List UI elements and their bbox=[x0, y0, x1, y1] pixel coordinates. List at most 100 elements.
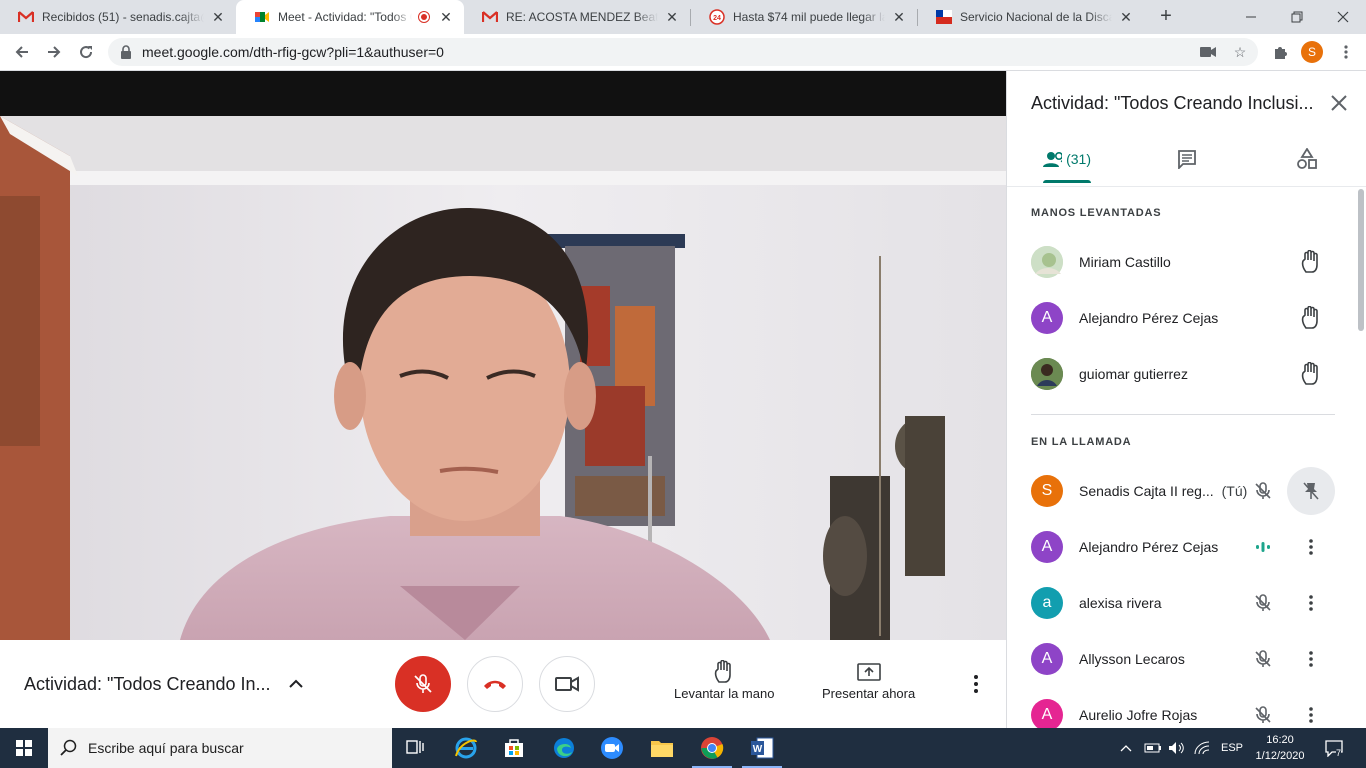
self-indicator: (Tú) bbox=[1221, 483, 1248, 499]
avatar bbox=[1031, 246, 1063, 278]
network-icon[interactable] bbox=[1194, 728, 1210, 768]
browser-tab-news[interactable]: 24 Hasta $74 mil puede llegar la n ✕ bbox=[691, 0, 917, 34]
raise-hand-icon[interactable] bbox=[1299, 250, 1323, 274]
browser-tab-gmail-message[interactable]: RE: ACOSTA MENDEZ Beatriz (R ✕ bbox=[464, 0, 690, 34]
chevron-up-icon[interactable] bbox=[284, 672, 308, 696]
browser-tab-senadis[interactable]: Servicio Nacional de la Discapa ✕ bbox=[918, 0, 1144, 34]
camera-toggle-button[interactable] bbox=[539, 656, 595, 712]
participant-more-icon[interactable] bbox=[1299, 591, 1323, 615]
search-placeholder: Escribe aquí para buscar bbox=[88, 740, 244, 756]
raise-hand-icon bbox=[713, 658, 735, 686]
tab-title: RE: ACOSTA MENDEZ Beatriz (R bbox=[506, 10, 658, 24]
extensions-puzzle-icon[interactable] bbox=[1266, 38, 1294, 66]
tab-activities[interactable] bbox=[1283, 135, 1331, 183]
close-tab-icon[interactable]: ✕ bbox=[891, 9, 907, 25]
chrome-menu-icon[interactable] bbox=[1332, 38, 1360, 66]
participant-item[interactable]: a alexisa rivera bbox=[1031, 575, 1341, 631]
tab-title: Hasta $74 mil puede llegar la n bbox=[733, 10, 885, 24]
avatar: A bbox=[1031, 531, 1063, 563]
close-tab-icon[interactable]: ✕ bbox=[210, 9, 226, 25]
clock-date: 1/12/2020 bbox=[1255, 750, 1305, 762]
24horas-icon: 24 bbox=[709, 9, 725, 25]
zoom-app-icon[interactable] bbox=[588, 728, 636, 768]
word-taskbar-icon[interactable]: W bbox=[738, 728, 786, 768]
reload-button[interactable] bbox=[72, 38, 100, 66]
close-tab-icon[interactable]: ✕ bbox=[664, 9, 680, 25]
video-frame bbox=[0, 116, 1006, 640]
windows-taskbar: Escribe aquí para buscar W ESP 16:20 1/1… bbox=[0, 728, 1366, 768]
participant-more-icon[interactable] bbox=[1299, 535, 1323, 559]
raised-hand-item[interactable]: guiomar gutierrez bbox=[1031, 346, 1341, 402]
restore-button[interactable] bbox=[1274, 0, 1320, 34]
edge-browser-icon[interactable] bbox=[540, 728, 588, 768]
activities-shapes-icon bbox=[1297, 148, 1317, 169]
taskbar-search-box[interactable]: Escribe aquí para buscar bbox=[48, 728, 392, 768]
leave-call-button[interactable] bbox=[467, 656, 523, 712]
people-panel: Actividad: "Todos Creando Inclusi... (31… bbox=[1006, 71, 1366, 728]
participant-item[interactable]: A Allysson Lecaros bbox=[1031, 631, 1341, 687]
participant-name: Miriam Castillo bbox=[1079, 254, 1171, 270]
raise-hand-icon[interactable] bbox=[1299, 306, 1323, 330]
present-now-button[interactable]: Presentar ahora bbox=[822, 658, 915, 701]
panel-scrollbar[interactable] bbox=[1358, 189, 1364, 331]
mic-off-icon bbox=[1251, 591, 1275, 615]
meeting-title[interactable]: Actividad: "Todos Creando In... bbox=[24, 674, 271, 695]
close-window-button[interactable] bbox=[1320, 0, 1366, 34]
chrome-taskbar-icon[interactable] bbox=[688, 728, 736, 768]
avatar bbox=[1031, 358, 1063, 390]
more-options-icon[interactable] bbox=[964, 672, 988, 696]
arrow-right-icon bbox=[48, 46, 61, 58]
language-indicator[interactable]: ESP bbox=[1221, 728, 1243, 768]
gmail-icon bbox=[18, 9, 34, 25]
profile-avatar[interactable]: S bbox=[1301, 41, 1323, 63]
browser-tab-gmail-inbox[interactable]: Recibidos (51) - senadis.cajta@ ✕ bbox=[0, 0, 236, 34]
participant-more-icon[interactable] bbox=[1299, 647, 1323, 671]
clock-time: 16:20 bbox=[1266, 734, 1294, 746]
bookmark-star-icon[interactable]: ☆ bbox=[1232, 44, 1248, 60]
meeting-controls-bar: Actividad: "Todos Creando In... Levantar… bbox=[0, 640, 1006, 728]
microphone-toggle-button[interactable] bbox=[395, 656, 451, 712]
participant-item[interactable]: A Alejandro Pérez Cejas bbox=[1031, 519, 1341, 575]
tabs-divider bbox=[1007, 186, 1366, 187]
task-view-icon[interactable] bbox=[392, 728, 440, 768]
raise-hand-button[interactable]: Levantar la mano bbox=[674, 658, 774, 701]
in-call-heading: EN LA LLAMADA bbox=[1031, 436, 1132, 448]
windows-start-button[interactable] bbox=[0, 728, 48, 768]
raised-hand-item[interactable]: Miriam Castillo bbox=[1031, 234, 1341, 290]
camera-in-use-icon[interactable] bbox=[1200, 44, 1216, 60]
tab-people[interactable]: (31) bbox=[1043, 135, 1091, 183]
microsoft-store-icon[interactable] bbox=[490, 728, 538, 768]
arrow-left-icon bbox=[15, 46, 28, 58]
participant-video bbox=[0, 116, 1006, 640]
forward-button[interactable] bbox=[40, 38, 68, 66]
address-bar[interactable]: meet.google.com/dth-rfig-gcw?pli=1&authu… bbox=[108, 38, 1258, 66]
browser-tab-meet[interactable]: Meet - Actividad: "Todos C ✕ bbox=[236, 0, 464, 34]
new-tab-button[interactable]: + bbox=[1154, 5, 1178, 29]
file-explorer-icon[interactable] bbox=[638, 728, 686, 768]
close-icon[interactable] bbox=[1327, 91, 1351, 115]
show-hidden-icons[interactable] bbox=[1120, 728, 1132, 768]
pin-button[interactable] bbox=[1287, 467, 1335, 515]
back-button[interactable] bbox=[8, 38, 36, 66]
participant-more-icon[interactable] bbox=[1299, 703, 1323, 727]
tab-chat[interactable] bbox=[1163, 135, 1211, 183]
raise-hand-icon[interactable] bbox=[1299, 362, 1323, 386]
participant-name: Alejandro Pérez Cejas bbox=[1079, 310, 1219, 326]
notifications-button[interactable]: 7 bbox=[1324, 728, 1343, 768]
minimize-button[interactable] bbox=[1228, 0, 1274, 34]
participant-name: Allysson Lecaros bbox=[1079, 651, 1185, 667]
internet-explorer-icon[interactable] bbox=[442, 728, 490, 768]
close-tab-icon[interactable]: ✕ bbox=[438, 9, 454, 25]
participant-item[interactable]: A Aurelio Jofre Rojas bbox=[1031, 687, 1341, 728]
speaking-indicator-icon bbox=[1251, 535, 1275, 559]
raised-hands-heading: MANOS LEVANTADAS bbox=[1031, 207, 1162, 219]
present-now-label: Presentar ahora bbox=[822, 686, 916, 701]
svg-text:24: 24 bbox=[713, 15, 721, 22]
system-clock[interactable]: 16:20 1/12/2020 bbox=[1250, 732, 1310, 764]
avatar: A bbox=[1031, 699, 1063, 728]
raised-hand-item[interactable]: A Alejandro Pérez Cejas bbox=[1031, 290, 1341, 346]
windows-logo-icon bbox=[16, 740, 32, 756]
battery-icon[interactable] bbox=[1144, 728, 1162, 768]
volume-icon[interactable] bbox=[1168, 728, 1186, 768]
close-tab-icon[interactable]: ✕ bbox=[1118, 9, 1134, 25]
